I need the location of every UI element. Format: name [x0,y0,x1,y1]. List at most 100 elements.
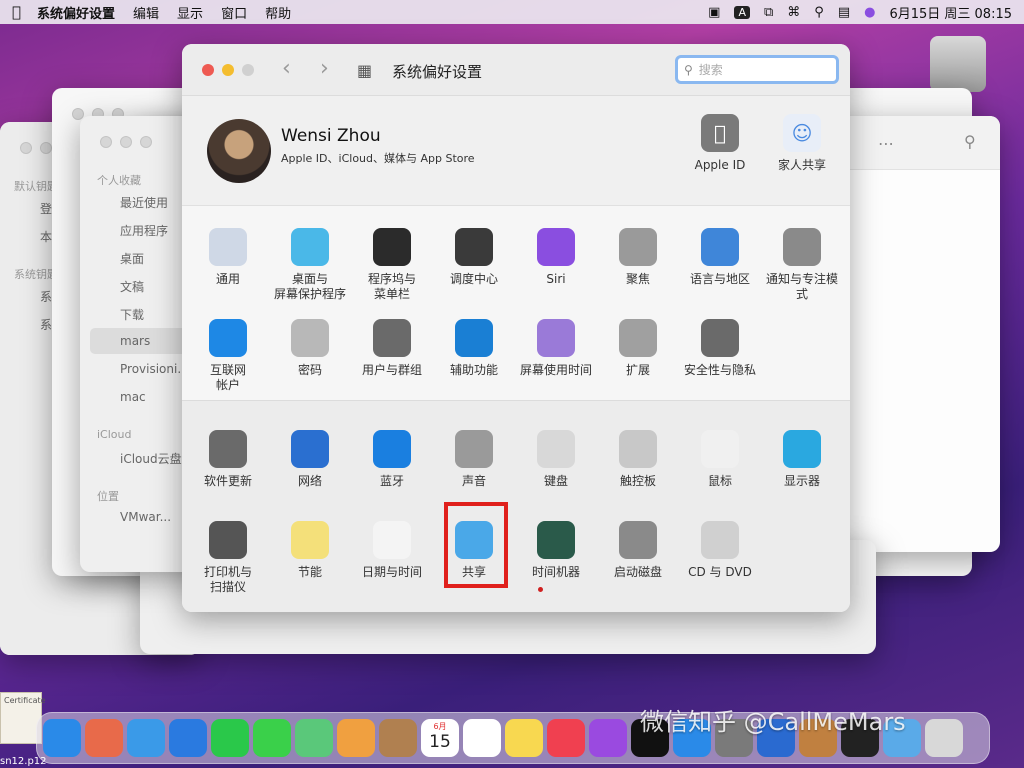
messages-icon[interactable] [253,719,291,757]
pane-sound[interactable]: 声音 [433,430,515,489]
menu-window[interactable]: 窗口 [221,3,247,22]
pane-bluetooth[interactable]: 蓝牙 [351,430,433,489]
maps-icon[interactable] [295,719,333,757]
spotlight-search-icon[interactable]: ⚲ [814,5,824,20]
menu-view[interactable]: 显示 [177,3,203,22]
forward-button[interactable]: › [320,58,329,80]
siri-icon [537,228,575,266]
menu-edit[interactable]: 编辑 [133,3,159,22]
sidebar-item-documents[interactable]: 文稿 [120,278,144,295]
sidebar-item-icloud-drive[interactable]: iCloud云盘 [120,450,182,467]
pane-mission-control[interactable]: 调度中心 [433,228,515,287]
software-update-icon [209,430,247,468]
podcasts-icon[interactable] [589,719,627,757]
pane-software-update[interactable]: 软件更新 [187,430,269,489]
photos-icon[interactable] [337,719,375,757]
keychain-item[interactable]: 本 [40,228,52,245]
pane-internet-accounts[interactable]: 互联网 帐户 [187,319,269,393]
wifi-icon[interactable]: ⌘ [787,5,800,20]
apple-menu-icon[interactable]:  [12,3,21,21]
show-all-grid-icon[interactable]: ▦ [357,60,372,82]
pane-desktop[interactable]: 桌面与 屏幕保护程序 [269,228,351,302]
more-options-icon[interactable]: ⋯ [878,134,894,153]
zoom-button[interactable] [242,64,254,76]
pane-cd-dvd[interactable]: CD 与 DVD [679,521,761,580]
pane-extensions[interactable]: 扩展 [597,319,679,378]
pane-printer[interactable]: 打印机与 扫描仪 [187,521,269,595]
mail-icon[interactable] [169,719,207,757]
pane-siri[interactable]: Siri [515,228,597,287]
siri-menu-icon[interactable]: ● [864,5,875,20]
input-source-icon[interactable]: A [734,5,750,19]
pane-sharing[interactable]: 共享 [433,521,515,580]
pane-display[interactable]: 显示器 [761,430,843,489]
pane-dock[interactable]: 程序坞与 菜单栏 [351,228,433,302]
pane-time-machine[interactable]: 时间机器 [515,521,597,580]
keychain-item[interactable]: 登 [40,200,52,217]
pane-notification[interactable]: 通知与专注模式 [761,228,843,302]
pane-startup-disk[interactable]: 启动磁盘 [597,521,679,580]
sidebar-item-applications[interactable]: 应用程序 [120,222,168,239]
trash-icon[interactable] [925,719,963,757]
keyboard-icon [537,430,575,468]
pane-trackpad[interactable]: 触控板 [597,430,679,489]
facetime-icon[interactable] [211,719,249,757]
pane-keyboard[interactable]: 键盘 [515,430,597,489]
sidebar-item-recents[interactable]: 最近使用 [120,194,168,211]
search-field[interactable]: ⚲ 搜索 [675,55,839,84]
pane-label: 软件更新 [203,474,252,488]
desktop-file-label[interactable]: sn12.p12 [0,756,47,767]
trackpad-icon [619,430,657,468]
certificate-label: Certificate [4,696,46,705]
pane-accessibility[interactable]: 辅助功能 [433,319,515,378]
search-icon[interactable]: ⚲ [964,132,976,151]
contacts-icon[interactable] [379,719,417,757]
finder-icon[interactable] [43,719,81,757]
pane-label: 程序坞与 菜单栏 [367,272,416,301]
pane-security[interactable]: 安全性与隐私 [679,319,761,378]
sidebar-item-provisioning[interactable]: Provisioni... [120,362,189,376]
family-sharing-pane[interactable]: ☺ 家人共享 [764,114,840,173]
sidebar-item-mars[interactable]: mars [120,334,150,348]
clock-icon [373,521,411,559]
menu-app-name[interactable]: 系统偏好设置 [37,3,115,22]
safari-icon[interactable] [127,719,165,757]
pane-label: CD 与 DVD [688,565,752,579]
sidebar-item-downloads[interactable]: 下载 [120,306,144,323]
pane-clock[interactable]: 日期与时间 [351,521,433,580]
reminders-icon[interactable] [463,719,501,757]
pane-label: 触控板 [619,474,656,488]
hard-drive-icon[interactable] [930,36,986,92]
menu-datetime[interactable]: 6月15日 周三 08:15 [889,3,1012,22]
pane-users[interactable]: 用户与群组 [351,319,433,378]
launchpad-icon[interactable] [85,719,123,757]
apple-id-pane[interactable]:  Apple ID [682,114,758,173]
pane-network[interactable]: 网络 [269,430,351,489]
notes-icon[interactable] [505,719,543,757]
close-button[interactable] [202,64,214,76]
user-name: Wensi Zhou [281,126,381,146]
pane-general[interactable]: 通用 [187,228,269,287]
avatar[interactable] [207,119,271,183]
back-button[interactable]: ‹ [282,58,291,80]
key-icon [291,319,329,357]
vm-icon[interactable]: ▣ [708,5,720,20]
pane-label: 聚焦 [625,272,650,286]
pane-language[interactable]: 语言与地区 [679,228,761,287]
pane-energy-saver[interactable]: 节能 [269,521,351,580]
pane-hourglass[interactable]: 屏幕使用时间 [515,319,597,378]
sidebar-item-vmware[interactable]: VMwar... [120,510,171,524]
menu-help[interactable]: 帮助 [265,3,291,22]
keychain-item[interactable]: 系 [40,316,52,333]
minimize-button[interactable] [222,64,234,76]
pane-spotlight[interactable]: 聚焦 [597,228,679,287]
music-icon[interactable] [547,719,585,757]
calendar-icon[interactable]: 6月 15 [421,719,459,757]
sidebar-item-desktop[interactable]: 桌面 [120,250,144,267]
control-center-icon[interactable]: ▤ [838,5,850,20]
screen-mirroring-icon[interactable]: ⧉ [764,5,773,20]
pane-key[interactable]: 密码 [269,319,351,378]
keychain-item[interactable]: 系 [40,288,52,305]
sidebar-item-mac[interactable]: mac [120,390,146,404]
pane-mouse[interactable]: 鼠标 [679,430,761,489]
